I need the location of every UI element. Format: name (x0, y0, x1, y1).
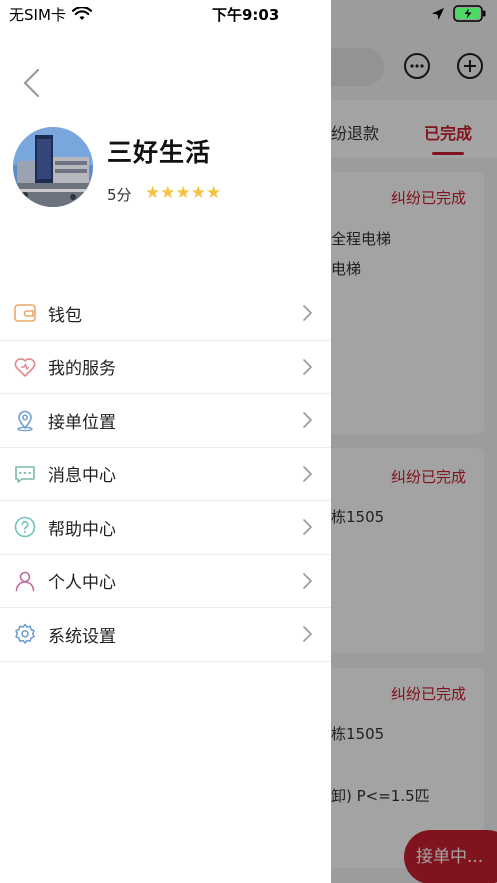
chevron-right-icon (303, 572, 312, 589)
menu-item-order-location[interactable]: 接单位置 (0, 394, 331, 448)
person-icon (15, 571, 35, 592)
battery-icon (453, 5, 486, 22)
chevron-right-icon (303, 626, 312, 643)
avatar[interactable] (13, 127, 93, 207)
drawer-menu: 钱包 我的服务 接单位置 消息中心 帮助中心 个人中心 系统设置 (0, 287, 331, 662)
help-icon (14, 516, 36, 538)
chevron-right-icon (303, 465, 312, 482)
menu-item-wallet[interactable]: 钱包 (0, 287, 331, 341)
menu-item-message-center[interactable]: 消息中心 (0, 448, 331, 501)
profile-score: 5分 (107, 186, 132, 204)
chevron-right-icon (303, 358, 312, 375)
menu-item-label: 我的服务 (48, 359, 116, 380)
menu-item-label: 系统设置 (48, 626, 116, 647)
gear-icon (15, 624, 35, 644)
heart-service-icon (14, 357, 36, 377)
menu-item-label: 帮助中心 (48, 519, 116, 540)
menu-item-label: 接单位置 (48, 412, 116, 433)
location-pin-icon (17, 410, 33, 432)
clock: 下午9:03 (212, 6, 280, 24)
message-icon (15, 465, 35, 483)
chevron-right-icon (303, 519, 312, 536)
chevron-right-icon (303, 412, 312, 429)
back-arrow-icon[interactable] (18, 66, 46, 100)
menu-item-label: 消息中心 (48, 466, 116, 487)
side-drawer: 三好生活 5分 ★★★★★ 钱包 我的服务 接单位置 消息中心 帮助中心 个人中… (0, 0, 331, 883)
status-bar: 无SIM卡 下午9:03 (0, 0, 497, 28)
rating-stars: ★★★★★ (145, 183, 222, 203)
menu-item-label: 钱包 (48, 305, 82, 326)
carrier-label: 无SIM卡 (9, 6, 66, 24)
location-arrow-icon (432, 7, 444, 20)
menu-item-personal-center[interactable]: 个人中心 (0, 555, 331, 608)
wallet-icon (14, 304, 36, 323)
menu-item-help-center[interactable]: 帮助中心 (0, 501, 331, 555)
menu-item-system-settings[interactable]: 系统设置 (0, 608, 331, 662)
chevron-right-icon (303, 305, 312, 322)
menu-item-label: 个人中心 (48, 573, 116, 594)
menu-item-my-services[interactable]: 我的服务 (0, 341, 331, 394)
wifi-icon (71, 7, 92, 20)
profile-name: 三好生活 (107, 138, 212, 167)
avatar-building-image (13, 127, 93, 207)
